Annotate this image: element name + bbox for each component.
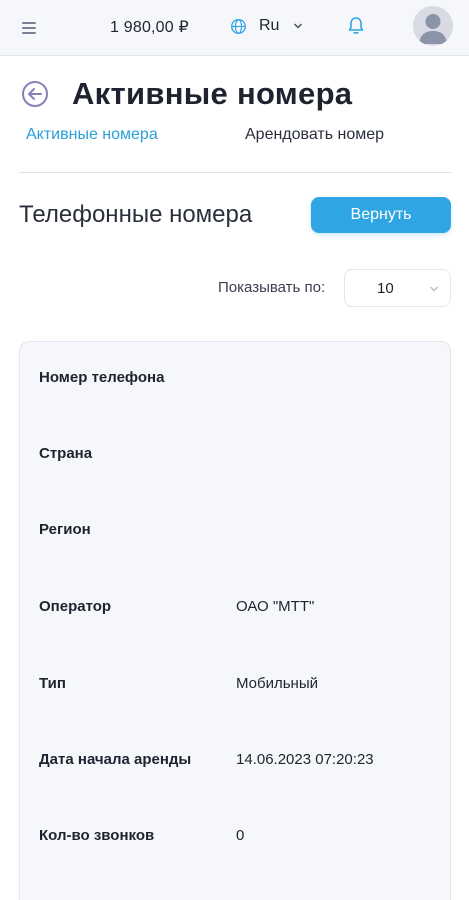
detail-row-operator: Оператор ОАО "МТТ" [20,598,450,622]
globe-icon [231,18,246,34]
page-title: Активные номера [72,76,353,111]
detail-value: 0 [236,827,245,844]
bell-icon[interactable] [347,16,365,36]
number-details-card: Номер телефона Страна Регион Оператор ОА… [19,341,451,900]
detail-row-type: Тип Мобильный [20,675,450,699]
detail-label: Кол-во звонков [39,827,155,844]
detail-row-region: Регион [20,521,450,545]
tab-active-numbers[interactable]: Активные номера [26,126,158,144]
user-avatar-icon[interactable] [413,6,453,46]
menu-icon[interactable] [18,17,40,39]
detail-label: Страна [39,445,93,462]
per-page-value: 10 [377,280,394,297]
chevron-down-icon [294,23,303,29]
detail-row-phone: Номер телефона [20,369,450,393]
divider [19,172,451,173]
balance-amount: 1 980,00 ₽ [110,19,189,36]
detail-label: Регион [39,521,91,538]
detail-row-rent-start: Дата начала аренды 14.06.2023 07:20:23 [20,751,450,775]
section-title: Телефонные номера [19,201,253,228]
tab-rent-number[interactable]: Арендовать номер [245,126,384,144]
top-bar: 1 980,00 ₽ Ru [0,0,469,56]
chevron-down-icon [430,286,438,292]
per-page-label: Показывать по: [218,279,326,296]
detail-value: Мобильный [236,675,318,692]
detail-label: Оператор [39,598,112,615]
detail-row-calls: Кол-во звонков 0 [20,827,450,851]
detail-label: Номер телефона [39,369,165,386]
detail-label: Тип [39,675,66,692]
back-arrow-icon[interactable] [21,80,49,108]
language-label: Ru [259,17,280,34]
language-selector[interactable]: Ru [230,14,303,38]
per-page-select[interactable]: 10 [344,269,451,307]
detail-label: Дата начала аренды [39,751,192,768]
detail-row-country: Страна [20,445,450,469]
return-button[interactable]: Вернуть [311,197,451,233]
detail-value: 14.06.2023 07:20:23 [236,751,374,768]
detail-value: ОАО "МТТ" [236,598,315,615]
